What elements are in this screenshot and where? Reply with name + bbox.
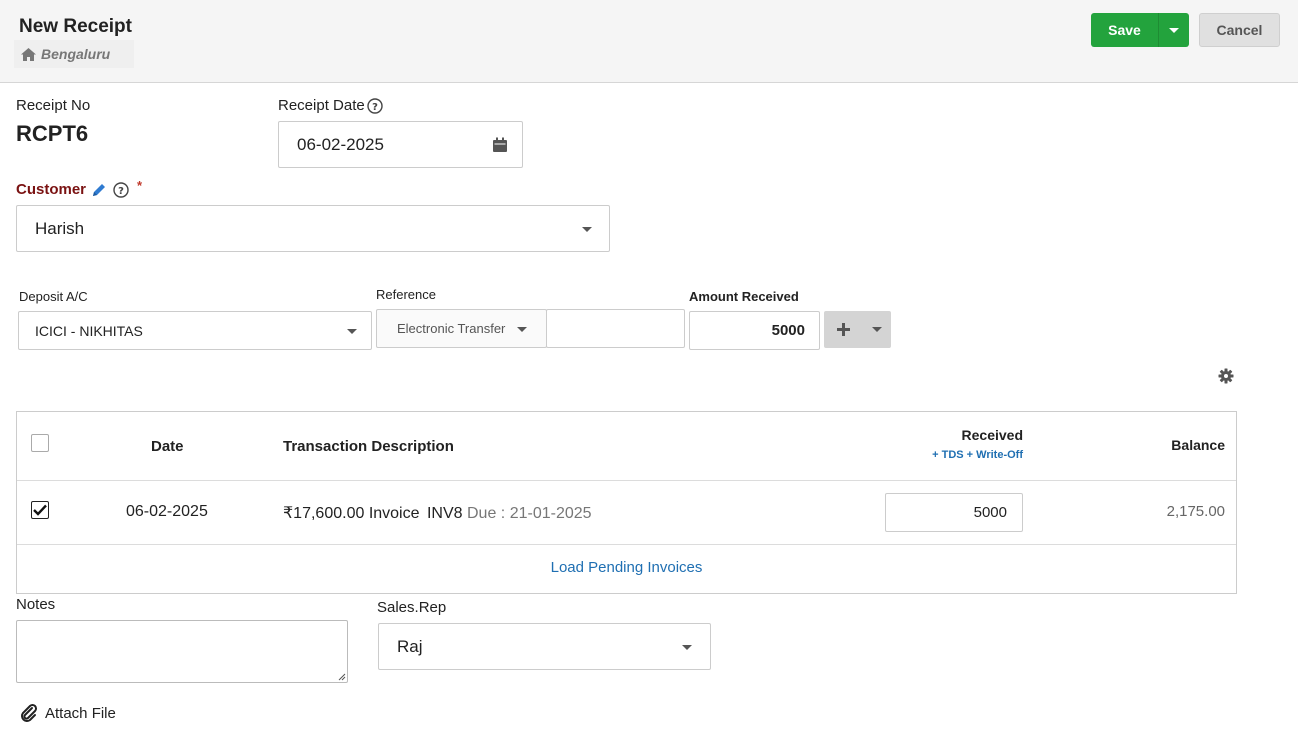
row-divider	[17, 544, 1236, 545]
sales-rep-select[interactable]: Raj	[378, 623, 711, 670]
help-icon[interactable]: ?	[113, 181, 129, 198]
deposit-account-select[interactable]: ICICI - NIKHITAS	[18, 311, 372, 350]
branch-badge: Bengaluru	[14, 40, 134, 68]
plus-icon	[836, 323, 850, 336]
column-header-received: Received	[961, 427, 1023, 443]
reference-type-select[interactable]: Electronic Transfer	[376, 309, 547, 348]
amount-received-input[interactable]: 5000	[689, 311, 820, 350]
row-received-value: 5000	[973, 504, 1007, 521]
paperclip-icon	[19, 703, 39, 723]
row-checkbox[interactable]	[31, 501, 49, 519]
cancel-button[interactable]: Cancel	[1199, 13, 1280, 47]
row-divider	[17, 480, 1236, 481]
receipt-date-label: Receipt Date	[278, 97, 365, 114]
receipt-date-input[interactable]: 06-02-2025	[278, 121, 523, 168]
customer-select[interactable]: Harish	[16, 205, 610, 252]
chevron-down-icon	[1169, 27, 1179, 33]
row-invoice-amount: ₹17,600.00	[283, 505, 365, 522]
notes-textarea[interactable]	[16, 620, 348, 683]
row-invoice-number: INV8	[426, 505, 463, 522]
chevron-down-icon	[347, 329, 357, 334]
receipt-no-value: RCPT6	[16, 121, 89, 146]
attach-file-button[interactable]: Attach File	[19, 703, 116, 723]
notes-label: Notes	[16, 596, 56, 613]
sales-rep-label: Sales.Rep	[377, 599, 447, 616]
branch-name: Bengaluru	[41, 46, 111, 62]
row-description: ₹17,600.00 Invoice INV8 Due : 21-01-2025	[283, 503, 592, 523]
sales-rep-value: Raj	[397, 636, 423, 656]
row-received-input[interactable]: 5000	[885, 493, 1023, 532]
calendar-icon[interactable]	[492, 137, 508, 153]
home-icon	[20, 47, 37, 62]
chevron-down-icon	[582, 227, 592, 232]
amount-received-value: 5000	[771, 322, 805, 339]
add-button[interactable]	[824, 311, 862, 348]
svg-text:?: ?	[118, 186, 124, 197]
receipt-date-label-row: Receipt Date ?	[278, 97, 383, 114]
reference-type-value: Electronic Transfer	[397, 321, 506, 336]
add-options-dropdown[interactable]	[862, 311, 891, 348]
reference-input[interactable]	[546, 309, 685, 348]
chevron-down-icon	[517, 327, 527, 332]
load-pending-invoices-link[interactable]: Load Pending Invoices	[17, 559, 1236, 576]
save-button-group: Save	[1091, 13, 1189, 47]
save-options-dropdown[interactable]	[1159, 13, 1189, 47]
save-button[interactable]: Save	[1091, 13, 1159, 47]
column-header-date: Date	[151, 438, 184, 455]
row-due-date: Due : 21-01-2025	[467, 505, 592, 522]
required-indicator: *	[137, 178, 143, 193]
column-header-balance: Balance	[1171, 437, 1225, 453]
chevron-down-icon	[871, 327, 882, 332]
receipt-date-value: 06-02-2025	[297, 134, 384, 154]
customer-label: Customer	[16, 181, 87, 198]
page-header: New Receipt Bengaluru Save Cancel	[0, 0, 1298, 83]
attach-file-label: Attach File	[45, 704, 116, 722]
deposit-account-label: Deposit A/C	[19, 289, 88, 304]
page-title: New Receipt	[19, 16, 132, 37]
pencil-icon[interactable]	[91, 182, 107, 198]
gear-icon[interactable]	[1218, 368, 1234, 384]
customer-label-row: Customer ? *	[16, 178, 143, 198]
add-options-group	[824, 311, 891, 348]
row-balance: 2,175.00	[1166, 503, 1225, 520]
help-icon[interactable]: ?	[367, 97, 383, 114]
transactions-table: Date Transaction Description Received + …	[16, 411, 1237, 594]
deposit-account-value: ICICI - NIKHITAS	[35, 322, 143, 339]
resize-handle-icon[interactable]	[338, 673, 346, 681]
receipt-no-label: Receipt No	[16, 97, 91, 114]
amount-received-label: Amount Received	[689, 289, 799, 304]
chevron-down-icon	[682, 645, 692, 650]
column-header-description: Transaction Description	[283, 438, 454, 455]
customer-value: Harish	[35, 218, 85, 238]
tds-writeoff-link[interactable]: + TDS + Write-Off	[873, 449, 1023, 461]
reference-label: Reference	[376, 287, 436, 302]
select-all-checkbox[interactable]	[31, 434, 49, 452]
row-invoice-type: Invoice	[368, 505, 420, 522]
svg-text:?: ?	[372, 102, 378, 113]
row-date: 06-02-2025	[126, 503, 208, 520]
checkmark-icon	[33, 504, 47, 516]
